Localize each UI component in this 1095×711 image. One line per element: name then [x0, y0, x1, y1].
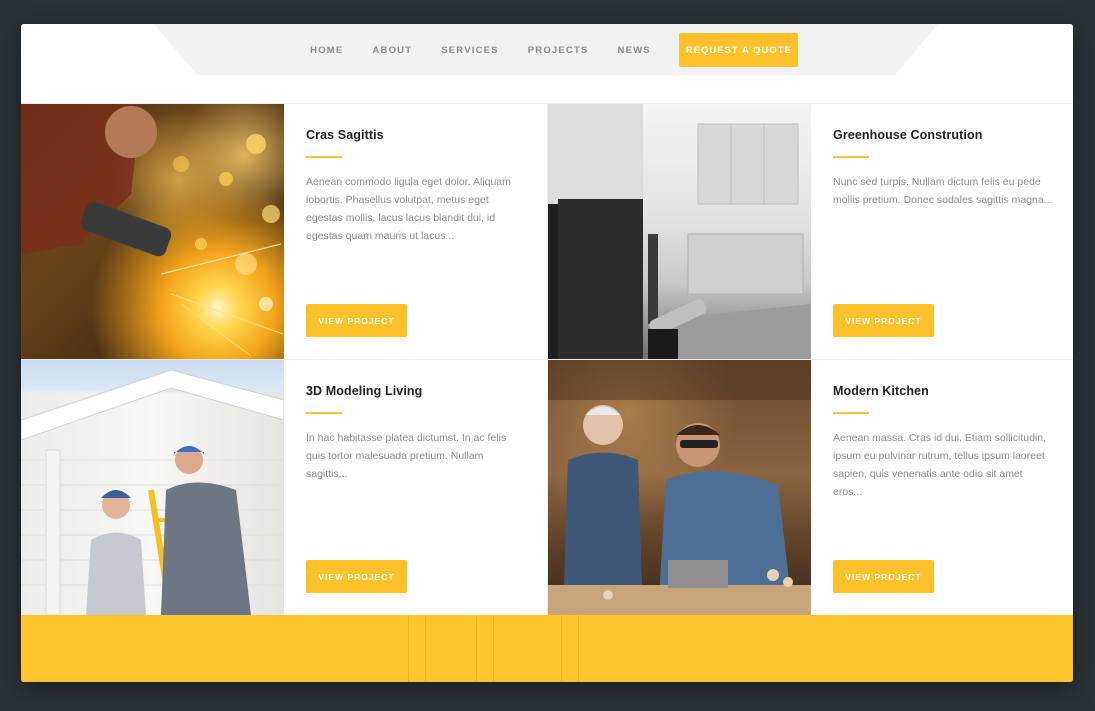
nav-link-services[interactable]: SERVICES	[441, 45, 498, 56]
welder-illustration	[21, 104, 284, 357]
title-underline	[306, 156, 342, 158]
nav-link-about[interactable]: ABOUT	[372, 45, 412, 56]
project-description: Aenean commodo ligula eget dolor. Aliqua…	[306, 176, 511, 242]
title-underline	[833, 412, 869, 414]
project-card: Modern Kitchen Aenean massa. Cras id dui…	[547, 360, 1073, 615]
project-info: Cras Sagittis Aenean commodo ligula eget…	[284, 104, 548, 359]
page-frame: HOME ABOUT SERVICES PROJECTS NEWS REQUES…	[21, 24, 1073, 682]
main-nav: HOME ABOUT SERVICES PROJECTS NEWS REQUES…	[21, 33, 1073, 67]
welder-sparks-photo[interactable]	[21, 104, 284, 359]
footer-accent-band	[21, 615, 1073, 682]
view-project-button[interactable]: VIEW PROJECT	[306, 560, 407, 593]
crane-silhouette	[476, 615, 494, 682]
painter-kitchen-photo[interactable]	[548, 104, 811, 359]
crane-silhouette	[408, 615, 426, 682]
request-quote-button[interactable]: REQUEST A QUOTE	[679, 33, 799, 67]
project-title: 3D Modeling Living	[306, 384, 423, 398]
nav-link-home[interactable]: HOME	[310, 45, 343, 56]
project-title: Greenhouse Constrution	[833, 128, 983, 142]
project-description: Nunc sed turpis. Nullam dictum felis eu …	[833, 176, 1053, 206]
couple-ladder-house-photo[interactable]	[21, 360, 284, 615]
project-description: In hac habitasse platea dictumst. In ac …	[306, 432, 507, 480]
carpenters-workshop-photo[interactable]	[548, 360, 811, 615]
view-project-button[interactable]: VIEW PROJECT	[833, 304, 934, 337]
project-card: 3D Modeling Living In hac habitasse plat…	[21, 360, 547, 615]
project-description: Aenean massa. Cras id dui. Etiam sollici…	[833, 432, 1047, 498]
project-info: Modern Kitchen Aenean massa. Cras id dui…	[811, 360, 1073, 615]
view-project-button[interactable]: VIEW PROJECT	[306, 304, 407, 337]
title-underline	[306, 412, 342, 414]
nav-link-projects[interactable]: PROJECTS	[528, 45, 589, 56]
site-header: HOME ABOUT SERVICES PROJECTS NEWS REQUES…	[21, 24, 1073, 104]
project-card: Greenhouse Constrution Nunc sed turpis. …	[547, 104, 1073, 359]
project-title: Cras Sagittis	[306, 128, 384, 142]
title-underline	[833, 156, 869, 158]
painter-illustration	[548, 104, 811, 359]
couple-illustration	[21, 369, 284, 615]
project-title: Modern Kitchen	[833, 384, 929, 398]
crane-silhouette	[561, 615, 579, 682]
nav-link-news[interactable]: NEWS	[618, 45, 651, 56]
carpenters-illustration	[548, 360, 811, 615]
view-project-button[interactable]: VIEW PROJECT	[833, 560, 934, 593]
project-grid: Cras Sagittis Aenean commodo ligula eget…	[21, 104, 1073, 615]
project-info: Greenhouse Constrution Nunc sed turpis. …	[811, 104, 1073, 359]
project-info: 3D Modeling Living In hac habitasse plat…	[284, 360, 548, 615]
project-card: Cras Sagittis Aenean commodo ligula eget…	[21, 104, 547, 359]
